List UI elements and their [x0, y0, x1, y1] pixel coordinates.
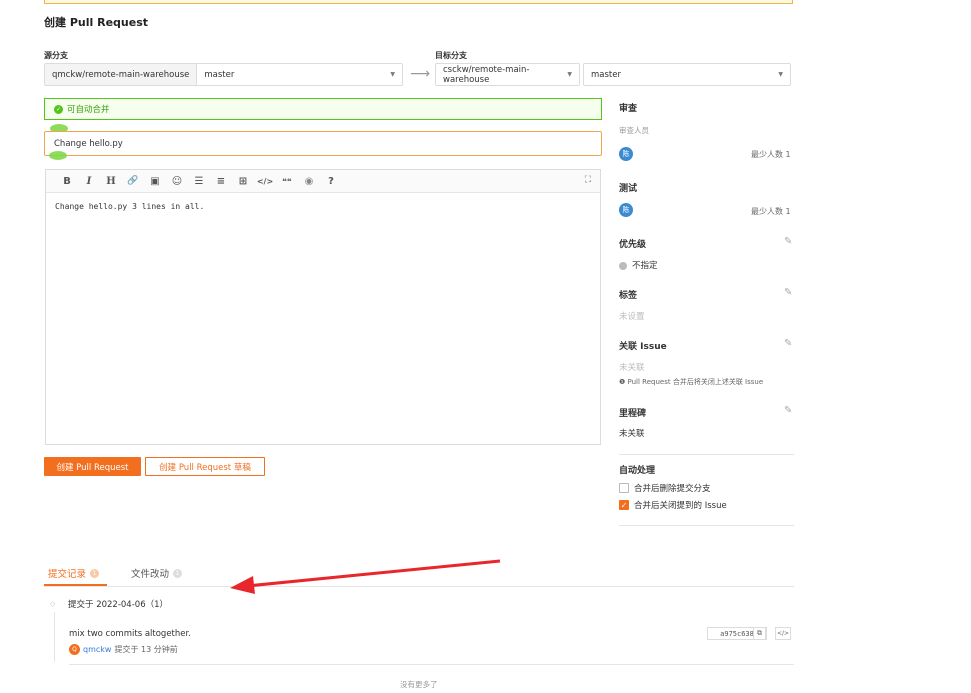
annotation-blob — [49, 151, 67, 160]
emoji-icon[interactable]: ☺ — [166, 176, 188, 187]
pr-description-textarea[interactable]: Change hello.py 3 lines in all. — [46, 193, 600, 220]
reviewer-min-count: 最少人数 1 — [751, 150, 791, 159]
top-notice-bar — [44, 0, 793, 4]
review-section-title: 审查 — [619, 104, 638, 114]
edit-icon[interactable]: ✎ — [784, 338, 792, 349]
test-section-title: 测试 — [619, 184, 638, 194]
source-branch-dropdown[interactable]: master ▼ — [197, 70, 402, 80]
italic-icon[interactable]: I — [78, 176, 100, 187]
commit-timeline — [54, 612, 55, 662]
source-branch-value: master — [204, 69, 235, 80]
target-branch-value: master — [591, 69, 621, 80]
table-icon[interactable]: ⊞ — [232, 176, 254, 187]
labels-section-title: 标签 — [619, 291, 638, 301]
heading-icon[interactable]: H — [100, 176, 122, 187]
delete-branch-option[interactable]: 合并后删除提交分支 — [619, 482, 711, 494]
check-circle-icon: ✓ — [54, 104, 63, 114]
commit-meta: Q qmckw 提交于 13 分钟前 — [69, 644, 178, 655]
source-branch-label: 源分支 — [44, 51, 68, 60]
avatar[interactable]: 陈 — [619, 147, 633, 161]
create-pr-button[interactable]: 创建 Pull Request — [44, 457, 141, 476]
avatar[interactable]: Q — [69, 644, 80, 655]
edit-icon[interactable]: ✎ — [784, 236, 792, 247]
page-title: 创建 Pull Request — [44, 16, 148, 29]
annotation-arrow-shaft — [246, 559, 501, 588]
fullscreen-icon[interactable]: ⛶ — [585, 175, 591, 185]
unordered-list-icon[interactable]: ☰ — [188, 176, 210, 187]
chevron-down-icon: ▼ — [390, 71, 395, 78]
commit-message[interactable]: mix two commits altogether. — [69, 629, 191, 639]
tab-files[interactable]: 文件改动 1 — [131, 566, 183, 580]
info-icon: ❶ — [619, 378, 628, 386]
source-repo[interactable]: qmckw/remote-main-warehouse — [45, 64, 198, 85]
quote-icon[interactable]: ❝❝ — [276, 177, 298, 186]
labels-value: 未设置 — [619, 312, 645, 322]
code-icon[interactable]: </> — [254, 177, 276, 186]
target-branch-dropdown[interactable]: master ▼ — [584, 70, 790, 80]
delete-branch-checkbox[interactable] — [619, 483, 629, 493]
close-issue-checkbox[interactable]: ✓ — [619, 500, 629, 510]
priority-value: 不指定 — [619, 259, 658, 271]
bold-icon[interactable]: B — [56, 176, 78, 187]
markdown-editor[interactable]: B I H 🔗 ▣ ☺ ☰ ≡ ⊞ </> ❝❝ ◉ ? ⛶ Change he… — [45, 169, 601, 445]
commit-time: 提交于 13 分钟前 — [114, 645, 178, 654]
priority-section-title: 优先级 — [619, 240, 647, 250]
commits-count-badge: 1 — [90, 568, 100, 578]
divider — [69, 664, 794, 665]
reviewers-label: 审查人员 — [619, 126, 649, 135]
issue-note: ❶ Pull Request 合并后将关闭上述关联 Issue — [619, 378, 764, 386]
close-issue-option[interactable]: ✓ 合并后关闭提到的 Issue — [619, 499, 727, 511]
avatar[interactable]: 陈 — [619, 203, 633, 217]
annotation-arrow — [230, 559, 501, 594]
create-draft-pr-button[interactable]: 创建 Pull Request 草稿 — [145, 457, 265, 476]
target-branch-selector[interactable]: master ▼ — [583, 63, 791, 86]
annotation-arrow-head — [230, 576, 255, 594]
target-branch-label: 目标分支 — [435, 51, 467, 60]
edit-icon[interactable]: ✎ — [784, 287, 792, 298]
copy-icon[interactable]: ⧉ — [753, 627, 766, 640]
tab-commits[interactable]: 提交记录 1 — [48, 566, 100, 580]
tester-min-count: 最少人数 1 — [751, 207, 791, 216]
files-count-badge: 1 — [173, 568, 183, 578]
edit-icon[interactable]: ✎ — [784, 405, 792, 416]
target-repo-value: csckw/remote-main-warehouse — [443, 64, 530, 85]
issue-section-title: 关联 Issue — [619, 342, 667, 352]
milestone-value: 未关联 — [619, 429, 645, 439]
commit-author[interactable]: qmckw — [83, 645, 111, 654]
arrow-right-icon: ⟶ — [410, 66, 431, 82]
chevron-down-icon: ▼ — [567, 71, 572, 78]
divider — [619, 454, 794, 455]
commit-node-icon: ◇ — [50, 600, 56, 608]
link-icon[interactable]: 🔗 — [122, 176, 144, 186]
editor-toolbar: B I H 🔗 ▣ ☺ ☰ ≡ ⊞ </> ❝❝ ◉ ? — [46, 170, 600, 193]
target-repo-selector[interactable]: csckw/remote-main-warehouse ▼ — [435, 63, 580, 86]
issue-value: 未关联 — [619, 363, 645, 373]
image-icon[interactable]: ▣ — [144, 176, 166, 187]
chevron-down-icon: ▼ — [778, 71, 783, 78]
source-branch-selector[interactable]: qmckw/remote-main-warehouse master ▼ — [44, 63, 403, 86]
milestone-section-title: 里程碑 — [619, 409, 647, 419]
priority-dot-icon — [619, 261, 627, 270]
target-repo-dropdown[interactable]: csckw/remote-main-warehouse ▼ — [436, 64, 579, 85]
preview-icon[interactable]: ◉ — [298, 176, 320, 187]
pr-title-input[interactable]: Change hello.py — [44, 131, 602, 156]
merge-status-text: 可自动合并 — [67, 105, 110, 115]
help-icon[interactable]: ? — [320, 176, 342, 187]
divider — [619, 525, 794, 526]
no-more-text: 没有更多了 — [400, 680, 438, 689]
ordered-list-icon[interactable]: ≡ — [210, 176, 232, 187]
auto-section-title: 自动处理 — [619, 466, 656, 476]
merge-status-banner: ✓ 可自动合并 — [44, 98, 602, 120]
browse-code-icon[interactable]: </> — [775, 627, 791, 640]
commit-group-date: 提交于 2022-04-06（1） — [68, 600, 169, 610]
